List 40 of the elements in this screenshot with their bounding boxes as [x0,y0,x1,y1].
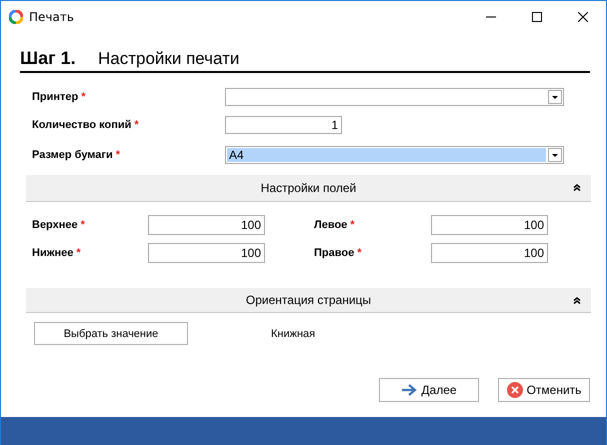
cancel-button[interactable]: Отменить [498,378,590,402]
number-field[interactable]: 100 [148,215,265,235]
field-label: Левое [314,219,348,231]
maximize-icon[interactable] [532,12,542,22]
field-label: Правое [314,247,354,259]
step-title: Настройки печати [98,49,240,69]
dropdown-field[interactable] [225,88,564,106]
arrow-right-icon [401,384,418,396]
section-header[interactable]: Ориентация страницы [26,288,591,313]
window-title: Печать [29,10,74,24]
collapse-chevron-icon[interactable] [573,297,581,304]
number-field[interactable]: 1 [225,116,342,134]
required-mark: * [81,91,86,103]
required-mark: * [116,149,120,161]
number-field[interactable]: 100 [431,215,548,235]
orientation-value: Книжная [271,328,316,340]
cancel-icon [506,382,523,398]
dropdown-arrow-icon [552,154,558,156]
field-label: Нижнее [32,247,74,259]
field-label: Принтер [32,91,78,103]
field-label: Верхнее [32,219,78,231]
required-mark: * [357,247,362,259]
app-logo-icon [9,10,23,24]
number-field[interactable]: 100 [431,243,548,263]
number-field[interactable]: 100 [148,243,265,263]
required-mark: * [350,219,355,231]
next-button[interactable]: Далее [379,378,479,402]
select-value-button[interactable]: Выбрать значение [34,322,188,345]
field-label: Размер бумаги [32,149,113,161]
field-label: Количество копий [32,119,132,131]
close-icon[interactable] [578,12,588,22]
section-header[interactable]: Настройки полей [26,175,591,202]
dropdown-arrow-icon [552,96,558,98]
required-mark: * [76,247,81,259]
dropdown-field[interactable]: A4 [225,146,564,164]
step-number: Шаг 1. [20,48,77,69]
dropdown-value: A4 [227,148,546,162]
required-mark: * [134,119,139,131]
required-mark: * [80,219,85,231]
collapse-chevron-icon[interactable] [573,184,581,191]
